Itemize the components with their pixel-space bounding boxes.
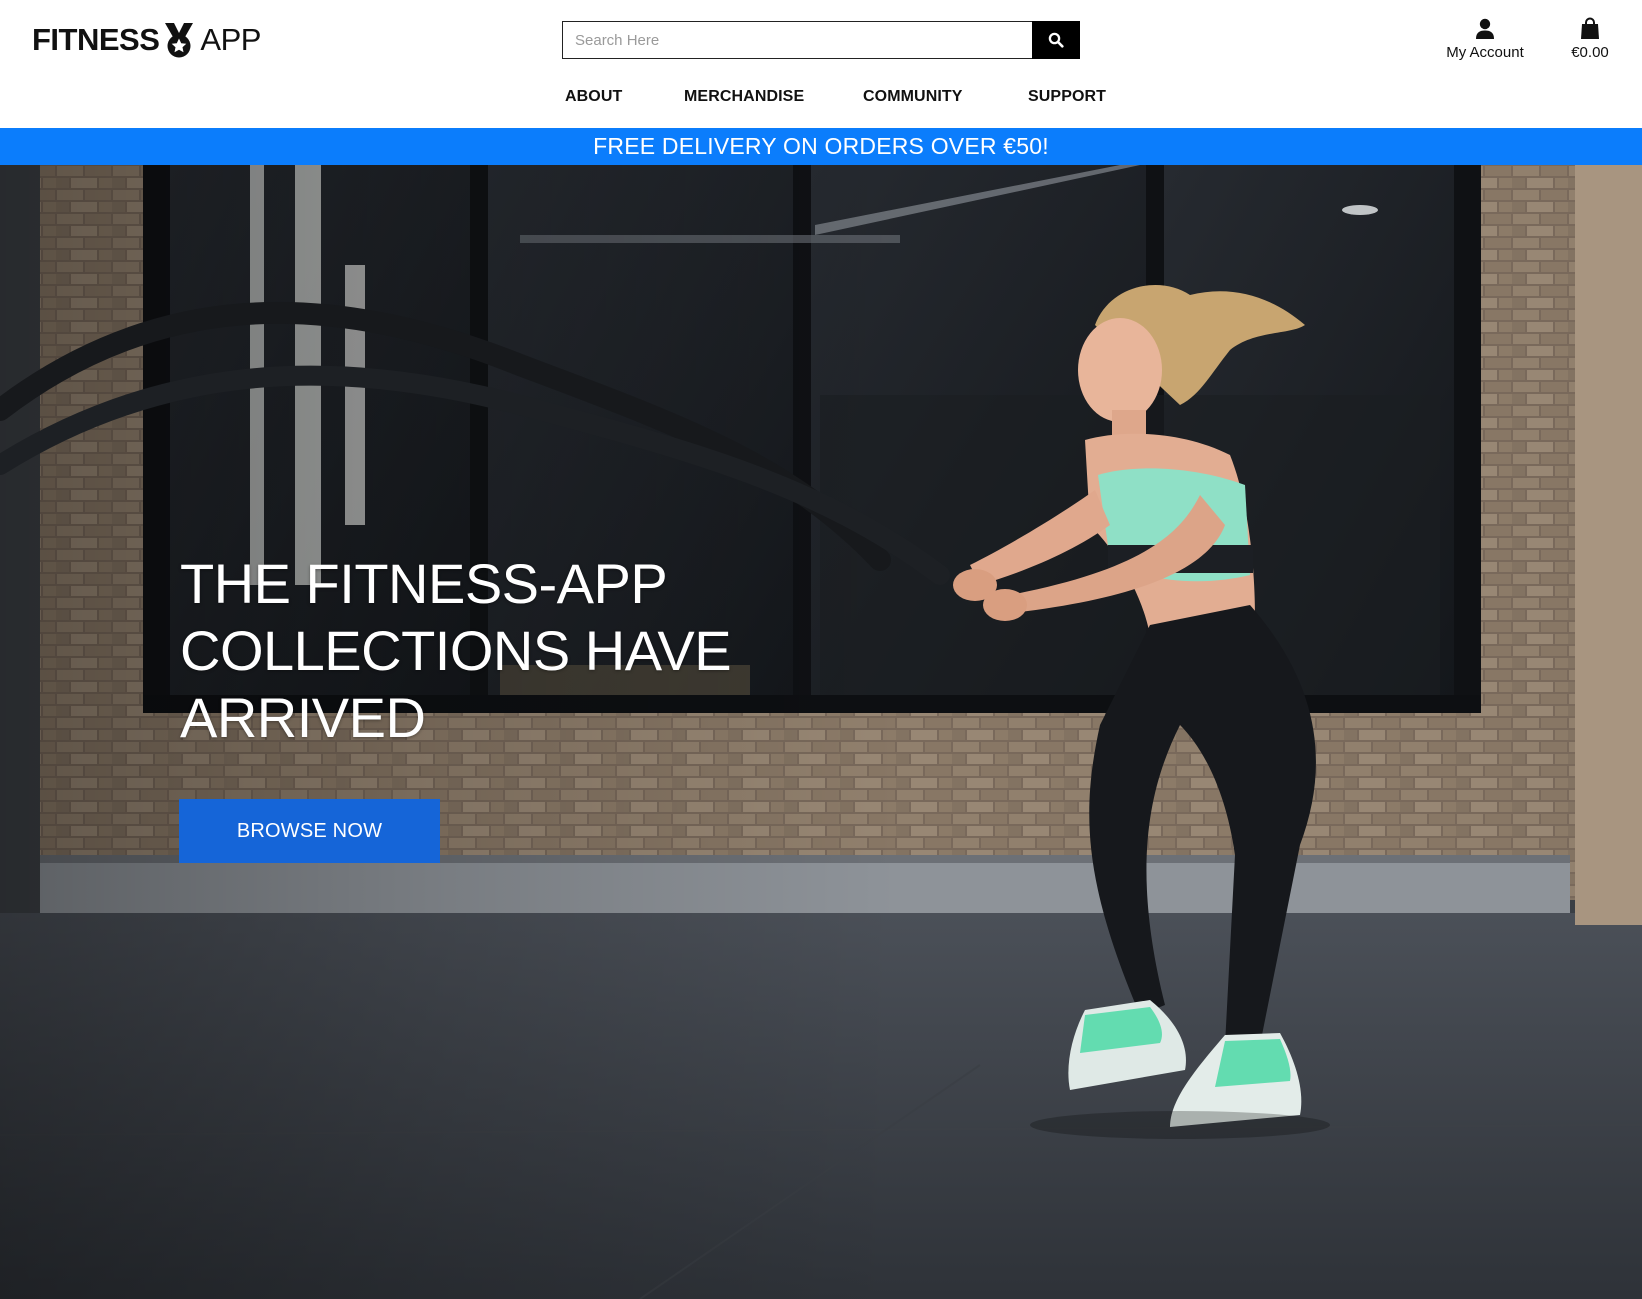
shopping-bag-icon-wrap [1560, 14, 1620, 40]
main-nav: ABOUT MERCHANDISE COMMUNITY SUPPORT [0, 88, 1642, 112]
logo-text-bold: FITNESS [32, 22, 160, 57]
browse-now-button[interactable]: BROWSE NOW [179, 799, 440, 863]
hero-title: THE FITNESS-APP COLLECTIONS HAVE ARRIVED [180, 552, 732, 749]
user-icon-wrap [1430, 14, 1540, 40]
logo-text-light: APP [200, 22, 261, 57]
cart-total: €0.00 [1571, 44, 1609, 61]
search-icon [1048, 32, 1064, 48]
search-form [562, 21, 1080, 59]
free-delivery-banner: FREE DELIVERY ON ORDERS OVER €50! [0, 128, 1642, 165]
nav-item-about[interactable]: ABOUT [565, 88, 622, 106]
shopping-bag-link[interactable]: €0.00 [1560, 14, 1620, 61]
hero-section: THE FITNESS-APP COLLECTIONS HAVE ARRIVED… [0, 165, 1642, 1299]
nav-item-merchandise[interactable]: MERCHANDISE [684, 88, 804, 106]
medal-icon [165, 23, 194, 58]
my-account-link[interactable]: My Account [1430, 14, 1540, 61]
search-button[interactable] [1032, 21, 1080, 59]
shopping-bag-icon [1581, 17, 1599, 39]
search-input[interactable] [562, 21, 1032, 59]
site-header: FITNESS APP My Account [0, 0, 1642, 128]
nav-item-support[interactable]: SUPPORT [1028, 88, 1106, 106]
user-icon [1476, 18, 1494, 39]
nav-item-community[interactable]: COMMUNITY [863, 88, 963, 106]
my-account-label: My Account [1446, 44, 1524, 61]
site-logo[interactable]: FITNESS APP [32, 20, 261, 60]
